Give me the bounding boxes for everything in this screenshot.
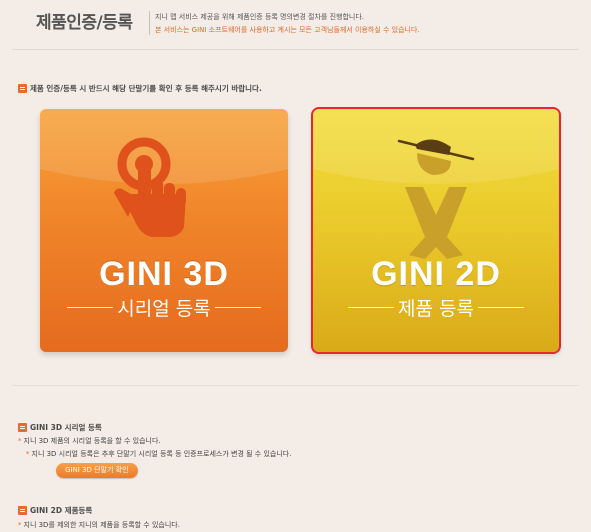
header-notice: 본 서비스는 GINI 소프트웨어를 사용하고 계시는 모든 고객님들께서 이용… xyxy=(155,26,420,34)
gini2d-bullet-1-text: 지니 3D를 제외한 지니의 제품을 등록할 수 있습니다. xyxy=(23,521,180,529)
gini2d-product-register-tile[interactable]: GINI 2D 제품 등록 xyxy=(311,107,561,354)
gini2d-sub: 제품 등록 xyxy=(313,294,559,321)
section-bullet-icon xyxy=(18,423,27,432)
star-bullet-icon: * xyxy=(18,521,22,529)
star-bullet-icon: * xyxy=(26,450,30,458)
gini2d-bullet-1: * 지니 3D를 제외한 지니의 제품을 등록할 수 있습니다. xyxy=(18,520,180,530)
gini2d-section-heading: GINI 2D 제품등록 xyxy=(18,500,92,519)
gini3d-bullet-1: * 지니 3D 제품의 시리얼 등록을 할 수 있습니다. xyxy=(18,436,161,446)
gini3d-section-heading: GINI 3D 시리얼 등록 xyxy=(18,417,102,436)
gini3d-bullet-2-text: 지니 3D 시리얼 등록은 추후 단말기 시리얼 등록 등 인증프로세스가 변경… xyxy=(31,450,292,458)
gini3d-bullet-2: * 지니 3D 시리얼 등록은 추후 단말기 시리얼 등록 등 인증프로세스가 변… xyxy=(26,449,291,459)
gini3d-serial-register-tile[interactable]: GINI 3D 시리얼 등록 xyxy=(40,109,288,352)
header-description: 지니 맵 서비스 제공을 위해 제품인증 등록 명의변경 절차를 진행합니다. xyxy=(155,13,365,21)
header-divider xyxy=(149,11,150,35)
registration-notice: 제품 인증/등록 시 반드시 해당 단말기를 확인 후 등록 해주시기 바랍니다… xyxy=(18,78,262,93)
gini3d-name: GINI 3D xyxy=(99,255,229,293)
header-rule xyxy=(12,49,579,50)
section-divider xyxy=(12,385,579,386)
gini3d-device-check-button[interactable]: GINI 3D 단말기 확인 xyxy=(56,463,138,478)
gini3d-sub-label: 시리얼 등록 xyxy=(117,298,211,320)
gini3d-sub: 시리얼 등록 xyxy=(40,294,288,321)
gini2d-sub-label: 제품 등록 xyxy=(398,298,474,320)
gini3d-section-title: GINI 3D 시리얼 등록 xyxy=(30,423,102,432)
page-title: 제품인증/등록 xyxy=(36,13,133,33)
star-bullet-icon: * xyxy=(18,437,22,445)
section-bullet-icon xyxy=(18,84,27,93)
gini2d-name: GINI 2D xyxy=(371,255,501,293)
page-header: 제품인증/등록 지니 맵 서비스 제공을 위해 제품인증 등록 명의변경 절차를… xyxy=(0,0,591,50)
gini2d-section-title: GINI 2D 제품등록 xyxy=(30,506,93,515)
notice-text: 제품 인증/등록 시 반드시 해당 단말기를 확인 후 등록 해주시기 바랍니다… xyxy=(30,84,262,93)
gini3d-bullet-1-text: 지니 3D 제품의 시리얼 등록을 할 수 있습니다. xyxy=(23,437,161,445)
product-registration-page: 제품인증/등록 지니 맵 서비스 제공을 위해 제품인증 등록 명의변경 절차를… xyxy=(0,0,591,532)
section-bullet-icon xyxy=(18,506,27,515)
